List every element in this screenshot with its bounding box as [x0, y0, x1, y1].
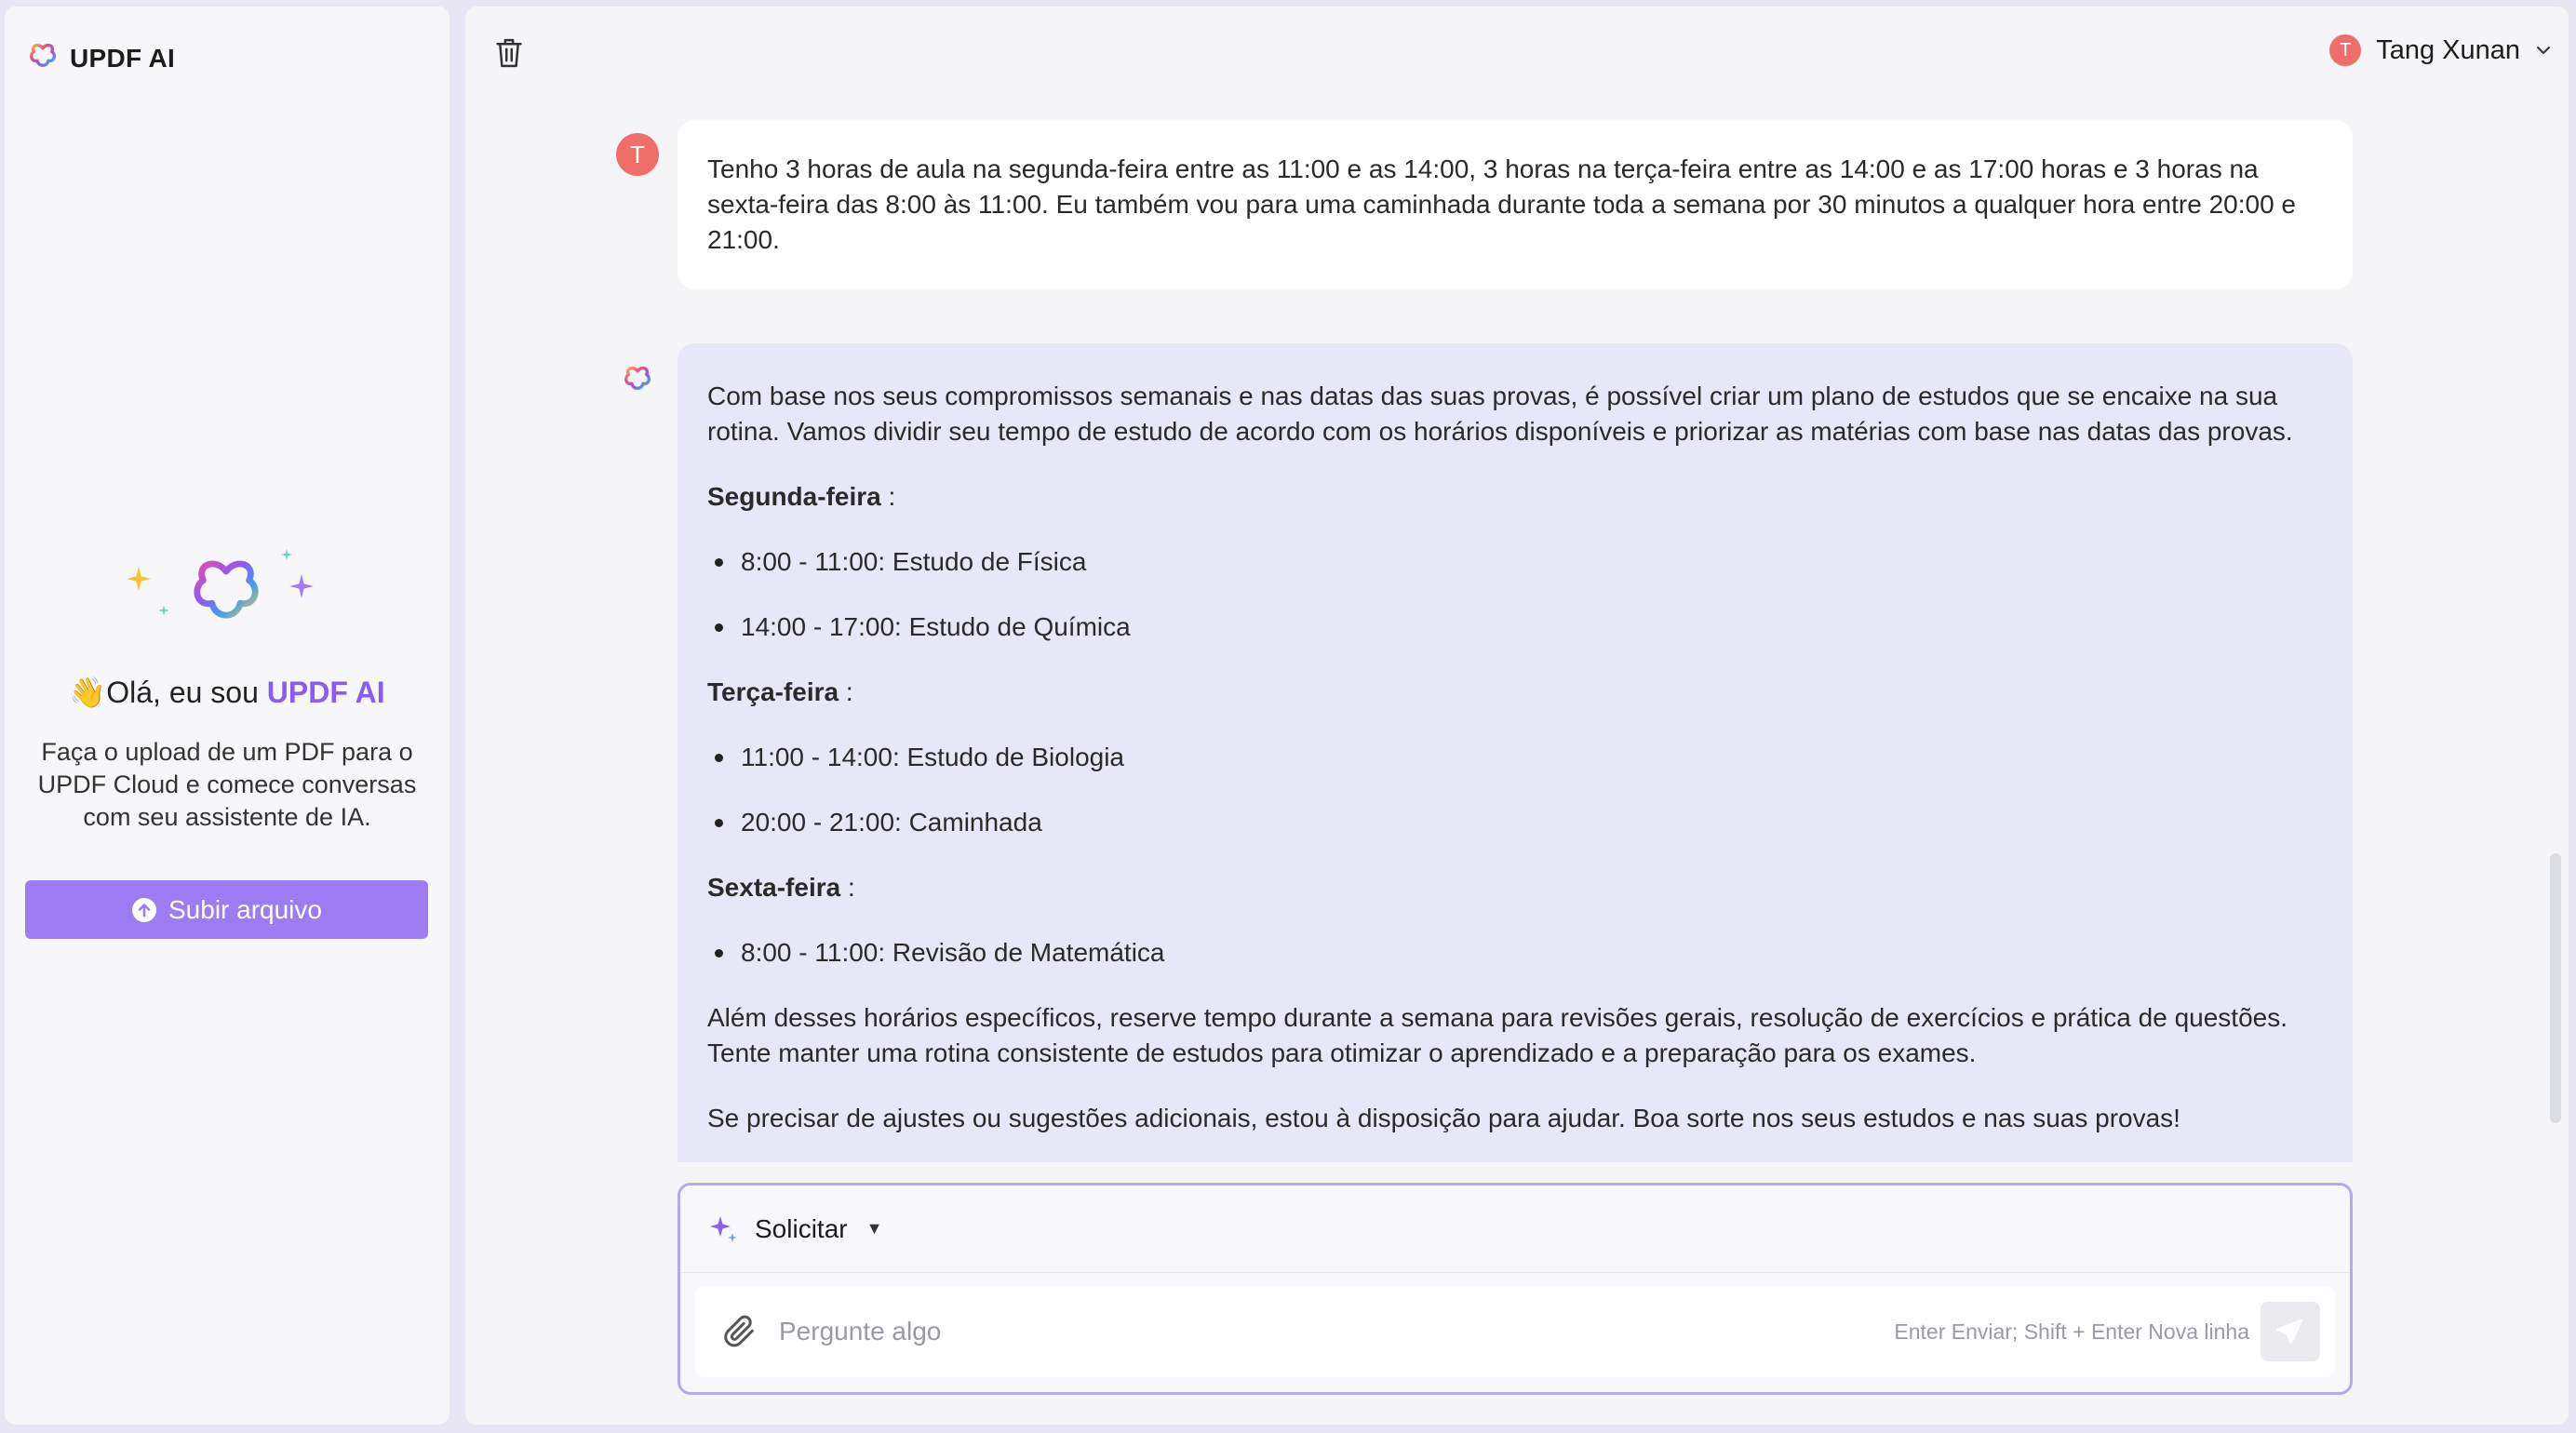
- prompt-label: Solicitar: [755, 1213, 848, 1243]
- day-suffix: :: [880, 482, 896, 511]
- list-item: 8:00 - 11:00: Revisão de Matemática: [707, 935, 2323, 971]
- updf-ai-logo-icon: [624, 366, 651, 390]
- chat-scrollbar[interactable]: [2550, 853, 2561, 1123]
- sidebar: UPDF AI 👋Olá, eu sou UPDF AI Faça o uplo…: [5, 7, 449, 1425]
- ai-intro-text: Com base nos seus compromissos semanais …: [707, 382, 2293, 446]
- welcome-panel: 👋Olá, eu sou UPDF AI Faça o upload de um…: [5, 546, 449, 834]
- clear-chat-button[interactable]: [493, 36, 525, 70]
- caret-down-icon: ▼: [865, 1219, 883, 1238]
- chat-panel: T Tang Xunan T Tenho 3 horas de aula na …: [465, 7, 2569, 1425]
- sparkle-icon: [289, 574, 314, 598]
- user-message-text: Tenho 3 horas de aula na segunda-feira e…: [707, 154, 2297, 254]
- sparkle-icon: [710, 1215, 737, 1242]
- day-name: Terça-feira: [707, 677, 839, 706]
- send-icon: [2275, 1319, 2303, 1345]
- keyboard-hint: Enter Enviar; Shift + Enter Nova linha: [1894, 1319, 2249, 1344]
- list-item: 11:00 - 14:00: Estudo de Biologia: [707, 740, 2323, 775]
- list-item: 20:00 - 21:00: Caminhada: [707, 805, 2323, 840]
- intro-text: Faça o upload de um PDF para o UPDF Clou…: [37, 738, 417, 831]
- day-heading: Terça-feira :: [707, 675, 2323, 710]
- updf-ai-logo-icon: [194, 560, 259, 619]
- chevron-down-icon: [2537, 47, 2550, 54]
- day-suffix: :: [839, 677, 853, 706]
- updf-logo-icon: [29, 42, 57, 74]
- list-item: 8:00 - 11:00: Estudo de Física: [707, 544, 2323, 580]
- ai-outro-text: Além desses horários específicos, reserv…: [707, 1003, 2288, 1067]
- wave-icon: 👋: [69, 676, 107, 709]
- user-avatar: T: [2329, 34, 2362, 66]
- schedule-list: 8:00 - 11:00: Estudo de Física 14:00 - 1…: [707, 544, 2323, 645]
- schedule-list: 11:00 - 14:00: Estudo de Biologia 20:00 …: [707, 740, 2323, 840]
- ai-closing-text: Se precisar de ajustes ou sugestões adic…: [707, 1104, 2180, 1132]
- user-menu[interactable]: T Tang Xunan: [2329, 34, 2552, 66]
- sparkle-icon: [127, 567, 151, 591]
- greeting-brand: UPDF AI: [266, 676, 385, 709]
- list-item: 14:00 - 17:00: Estudo de Química: [707, 609, 2323, 645]
- greeting: 👋Olá, eu sou UPDF AI: [5, 675, 449, 710]
- schedule-list: 8:00 - 11:00: Revisão de Matemática: [707, 935, 2323, 971]
- message-user-avatar: T: [616, 133, 659, 176]
- day-heading: Segunda-feira :: [707, 479, 2323, 515]
- welcome-illustration: [5, 546, 449, 649]
- paperclip-icon[interactable]: [721, 1313, 758, 1350]
- brand: UPDF AI: [29, 42, 175, 74]
- greeting-text: Olá, eu sou: [106, 676, 267, 709]
- ask-input[interactable]: [779, 1317, 1858, 1346]
- day-name: Segunda-feira: [707, 482, 881, 511]
- day-heading: Sexta-feira :: [707, 870, 2323, 905]
- input-row: Enter Enviar; Shift + Enter Nova linha: [695, 1286, 2335, 1377]
- brand-name: UPDF AI: [70, 43, 176, 73]
- app-window: UPDF AI 👋Olá, eu sou UPDF AI Faça o uplo…: [0, 0, 2576, 1433]
- upload-file-button[interactable]: Subir arquivo: [25, 880, 428, 939]
- day-name: Sexta-feira: [707, 873, 841, 902]
- sparkle-icon: [281, 549, 292, 560]
- prompt-selector[interactable]: Solicitar ▼: [680, 1185, 2350, 1273]
- user-message-bubble: Tenho 3 horas de aula na segunda-feira e…: [678, 120, 2353, 289]
- upload-label: Subir arquivo: [168, 894, 322, 924]
- send-button[interactable]: [2261, 1302, 2320, 1361]
- composer: Solicitar ▼ Enter Enviar; Shift + Enter …: [678, 1183, 2353, 1395]
- user-name: Tang Xunan: [2376, 34, 2520, 65]
- trash-icon: [496, 38, 522, 68]
- sparkle-icon: [158, 605, 169, 616]
- ai-message-bubble: Com base nos seus compromissos semanais …: [678, 343, 2353, 1162]
- day-suffix: :: [840, 873, 855, 902]
- ai-avatar: [624, 365, 651, 397]
- upload-icon: [132, 897, 156, 922]
